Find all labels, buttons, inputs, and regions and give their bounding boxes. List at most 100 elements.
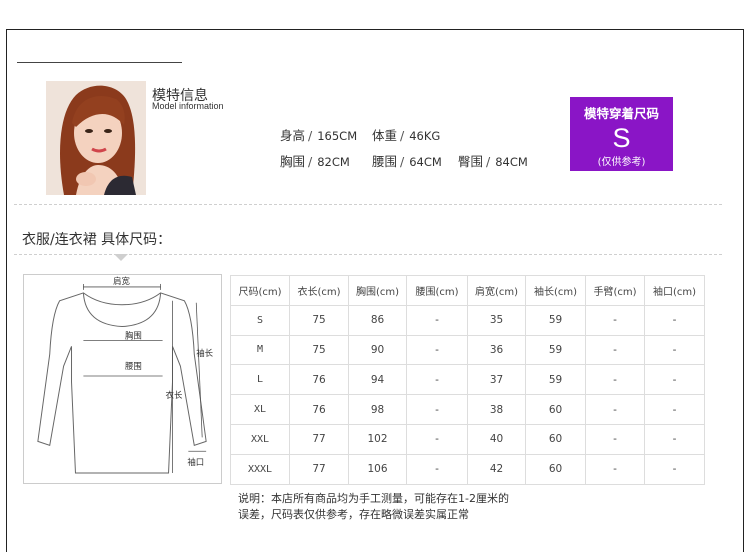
size-table-cell: - [406, 304, 468, 336]
section-title: 衣服/连衣裙 具体尺码： [22, 232, 172, 248]
size-table-cell: 76 [289, 394, 349, 425]
size-table-header: 袖长(cm) [525, 275, 586, 306]
size-table-cell: - [406, 364, 468, 396]
diagram-label-length: 衣长 [166, 390, 183, 400]
size-table-size-cell: L [230, 364, 290, 396]
size-table-cell: - [585, 334, 645, 366]
diagram-label-shoulder: 肩宽 [113, 276, 130, 286]
size-table-size-cell: S [230, 304, 290, 336]
stat-label: 体重 [372, 127, 398, 143]
size-table-cell: 40 [467, 423, 526, 455]
size-table-cell: 86 [348, 304, 407, 336]
size-table-cell: - [644, 364, 705, 396]
size-table-size-cell: XXXL [230, 453, 290, 485]
stat-weight: 体重/46KG [372, 127, 441, 143]
size-badge-title: 模特穿着尺码 [583, 106, 659, 121]
size-table-cell: - [406, 423, 468, 455]
size-table-header: 手臂(cm) [585, 275, 645, 306]
stat-label: 胸围 [280, 153, 306, 169]
measurement-note: 说明：本店所有商品均为手工测量，可能存在1-2厘米的 误差，尺码表仅供参考，存在… [238, 491, 509, 523]
size-table-cell: 75 [289, 334, 349, 366]
divider-notch-icon [114, 254, 128, 261]
note-line-2: 误差，尺码表仅供参考，存在略微误差实属正常 [238, 508, 469, 521]
size-table-size-cell: M [230, 334, 290, 366]
stat-value: 64CM [409, 154, 442, 169]
size-badge-note: (仅供参考) [597, 157, 646, 168]
size-table-cell: - [585, 394, 645, 425]
size-table-cell: 77 [289, 423, 349, 455]
size-table-header: 腰围(cm) [406, 275, 468, 306]
size-table-cell: 76 [289, 364, 349, 396]
stat-chest: 胸围/82CM [280, 153, 350, 169]
size-table-header: 肩宽(cm) [467, 275, 526, 306]
measurement-diagram: 肩宽 胸围 腰围 袖长 衣长 袖口 [23, 274, 222, 484]
stat-label: 臀围 [458, 153, 484, 169]
size-table-cell: - [644, 334, 705, 366]
top-divider [17, 62, 182, 63]
size-table-cell: 38 [467, 394, 526, 425]
diagram-label-sleeve: 袖长 [196, 348, 213, 358]
size-table-cell: - [585, 304, 645, 336]
size-table-cell: 59 [525, 334, 586, 366]
size-table-cell: 90 [348, 334, 407, 366]
model-size-badge: 模特穿着尺码 S (仅供参考) [570, 97, 673, 171]
size-table-cell: 60 [525, 423, 586, 455]
size-table-cell: 77 [289, 453, 349, 485]
size-table-cell: 59 [525, 304, 586, 336]
diagram-label-waist: 腰围 [125, 361, 142, 371]
size-table-cell: - [406, 453, 468, 485]
size-table-header: 尺码(cm) [230, 275, 290, 306]
size-table-cell: 59 [525, 364, 586, 396]
size-table-cell: 37 [467, 364, 526, 396]
stat-value: 82CM [317, 154, 350, 169]
size-table-cell: 35 [467, 304, 526, 336]
size-table-cell: 102 [348, 423, 407, 455]
diagram-label-chest: 胸围 [125, 330, 142, 340]
size-table-row: L 76 94-37 59- - [230, 364, 705, 396]
size-table-row: XXXL 77 106-42 60- - [230, 453, 705, 485]
size-table-cell: 60 [525, 453, 586, 485]
stat-height: 身高/165CM [280, 127, 358, 143]
stat-value: 165CM [317, 128, 358, 143]
stat-hip: 臀围/84CM [458, 153, 528, 169]
model-info-subtitle: Model information [152, 101, 224, 111]
size-table-size-cell: XL [230, 394, 290, 425]
size-table-cell: 98 [348, 394, 407, 425]
size-table-row: XXL 77 102-40 60- - [230, 423, 705, 455]
size-table-cell: 75 [289, 304, 349, 336]
size-table-header-row: 尺码(cm) 衣长(cm) 胸围(cm) 腰围(cm) 肩宽(cm) 袖长(cm… [230, 275, 705, 306]
size-table-cell: - [585, 364, 645, 396]
size-table-cell: - [585, 453, 645, 485]
size-table-cell: 42 [467, 453, 526, 485]
stats-row-2: 胸围/82CM 腰围/64CM 臀围/84CM [280, 147, 548, 173]
size-table-row: S 75 86-35 59- - [230, 304, 705, 336]
size-table-cell: - [644, 453, 705, 485]
size-table: 尺码(cm) 衣长(cm) 胸围(cm) 腰围(cm) 肩宽(cm) 袖长(cm… [230, 275, 705, 485]
size-table-header: 衣长(cm) [289, 275, 349, 306]
size-table-cell: - [406, 394, 468, 425]
size-table-cell: - [644, 304, 705, 336]
size-table-header: 袖口(cm) [644, 275, 705, 306]
size-table-row: M 75 90-36 59- - [230, 334, 705, 366]
section-divider-top [14, 204, 722, 205]
stat-value: 46KG [409, 128, 441, 143]
stat-label: 身高 [280, 127, 306, 143]
size-table-cell: - [406, 334, 468, 366]
model-photo [46, 81, 146, 195]
stat-value: 84CM [495, 154, 528, 169]
diagram-label-cuff: 袖口 [187, 457, 204, 467]
size-table-row: XL 76 98-38 60- - [230, 394, 705, 425]
stat-waist: 腰围/64CM [372, 153, 442, 169]
size-table-cell: - [585, 423, 645, 455]
model-stats: 身高/165CM 体重/46KG 胸围/82CM 腰围/64CM 臀围/84CM [280, 121, 548, 173]
size-table-cell: - [644, 423, 705, 455]
stat-label: 腰围 [372, 153, 398, 169]
size-table-size-cell: XXL [230, 423, 290, 455]
size-table-header: 胸围(cm) [348, 275, 407, 306]
size-table-cell: 60 [525, 394, 586, 425]
size-badge-size: S [612, 123, 631, 153]
stats-row-1: 身高/165CM 体重/46KG [280, 121, 548, 147]
size-table-cell: 36 [467, 334, 526, 366]
note-line-1: 说明：本店所有商品均为手工测量，可能存在1-2厘米的 [238, 492, 509, 505]
size-table-cell: - [644, 394, 705, 425]
